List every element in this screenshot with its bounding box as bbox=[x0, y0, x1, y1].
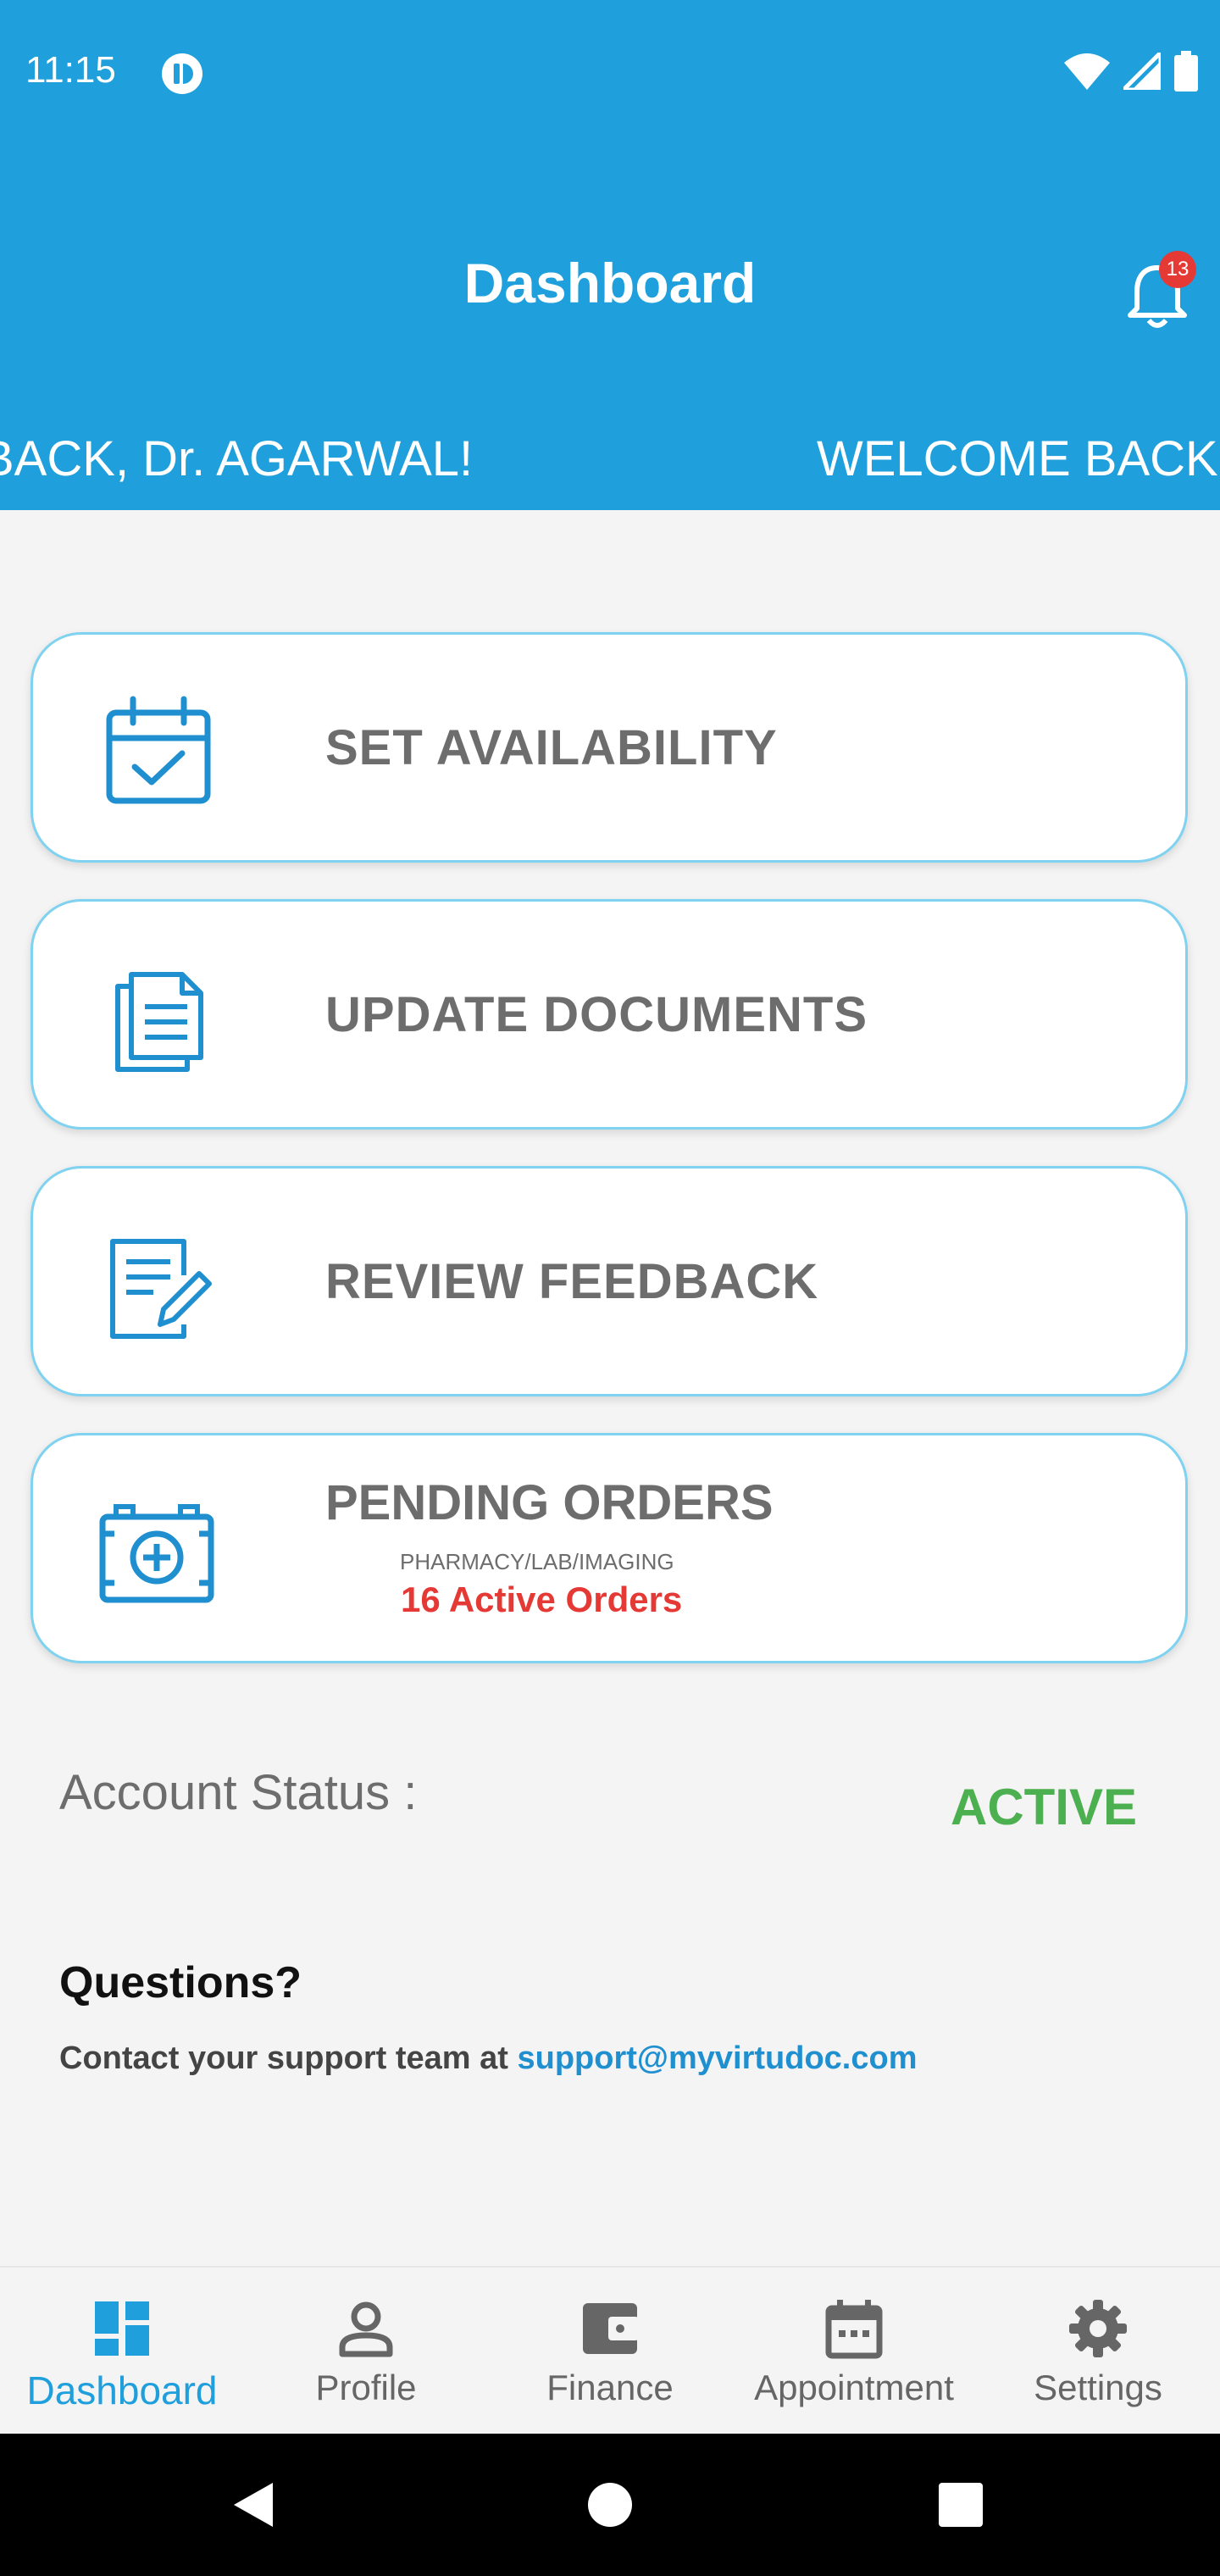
home-icon[interactable] bbox=[586, 2481, 634, 2529]
account-status-label: Account Status : bbox=[59, 1765, 418, 1820]
card-label: REVIEW FEEDBACK bbox=[325, 1253, 819, 1309]
nav-appointment[interactable]: Appointment bbox=[732, 2268, 976, 2435]
wifi-icon bbox=[1064, 53, 1110, 90]
review-feedback-card[interactable]: REVIEW FEEDBACK bbox=[30, 1166, 1188, 1396]
notification-badge: 13 bbox=[1159, 251, 1196, 288]
recents-icon[interactable] bbox=[937, 2481, 984, 2529]
active-orders-count: 16 Active Orders bbox=[401, 1579, 683, 1619]
calendar-icon bbox=[825, 2300, 883, 2359]
gear-icon bbox=[1069, 2300, 1127, 2357]
documents-icon bbox=[115, 972, 203, 1072]
edit-document-icon bbox=[110, 1239, 212, 1339]
nav-profile[interactable]: Profile bbox=[244, 2268, 488, 2435]
cell-signal-icon bbox=[1123, 53, 1161, 90]
welcome-marquee: BACK, Dr. AGARWAL! WELCOME BACK bbox=[0, 430, 1220, 502]
app-notification-icon bbox=[162, 53, 202, 94]
card-label: UPDATE DOCUMENTS bbox=[325, 986, 868, 1042]
orders-subtitle: PHARMACY/LAB/IMAGING bbox=[400, 1549, 674, 1574]
nav-label: Profile bbox=[315, 2368, 417, 2407]
status-time: 11:15 bbox=[25, 49, 116, 91]
page-title: Dashboard bbox=[463, 252, 757, 314]
nav-dashboard[interactable]: Dashboard bbox=[0, 2268, 244, 2435]
set-availability-card[interactable]: SET AVAILABILITY bbox=[30, 632, 1188, 863]
notifications-button[interactable]: 13 bbox=[1125, 251, 1196, 328]
status-icons bbox=[1064, 51, 1198, 92]
pending-orders-card[interactable]: PENDING ORDERS PHARMACY/LAB/IMAGING 16 A… bbox=[30, 1433, 1188, 1663]
back-icon[interactable] bbox=[229, 2479, 280, 2530]
app-header: 11:15 Dashboard 13 BACK, Dr. AGARWAL! WE… bbox=[0, 0, 1220, 510]
update-documents-card[interactable]: UPDATE DOCUMENTS bbox=[30, 899, 1188, 1130]
calendar-check-icon bbox=[106, 696, 211, 804]
person-icon bbox=[339, 2301, 393, 2357]
marquee-text-right: WELCOME BACK bbox=[817, 431, 1218, 486]
nav-settings[interactable]: Settings bbox=[976, 2268, 1220, 2435]
nav-label: Dashboard bbox=[26, 2368, 218, 2412]
battery-icon bbox=[1174, 51, 1198, 92]
nav-finance[interactable]: Finance bbox=[488, 2268, 732, 2435]
bottom-navigation: Dashboard Profile Finance Appointment Se… bbox=[0, 2266, 1220, 2435]
account-status-value: ACTIVE bbox=[951, 1779, 1138, 1835]
wallet-icon bbox=[583, 2303, 639, 2354]
support-email-link[interactable]: support@myvirtudoc.com bbox=[518, 2040, 918, 2076]
card-label: SET AVAILABILITY bbox=[325, 719, 778, 775]
medical-kit-icon bbox=[99, 1504, 214, 1603]
nav-label: Settings bbox=[1034, 2368, 1162, 2407]
questions-heading: Questions? bbox=[59, 1958, 302, 2007]
marquee-text-left: BACK, Dr. AGARWAL! bbox=[0, 431, 474, 486]
system-navigation-bar bbox=[0, 2434, 1220, 2576]
support-text: Contact your support team at bbox=[59, 2040, 518, 2076]
card-label: PENDING ORDERS bbox=[325, 1475, 774, 1530]
dashboard-icon bbox=[95, 2301, 149, 2356]
nav-label: Appointment bbox=[754, 2368, 954, 2407]
support-contact: Contact your support team at support@myv… bbox=[59, 2040, 918, 2077]
nav-label: Finance bbox=[546, 2368, 674, 2407]
